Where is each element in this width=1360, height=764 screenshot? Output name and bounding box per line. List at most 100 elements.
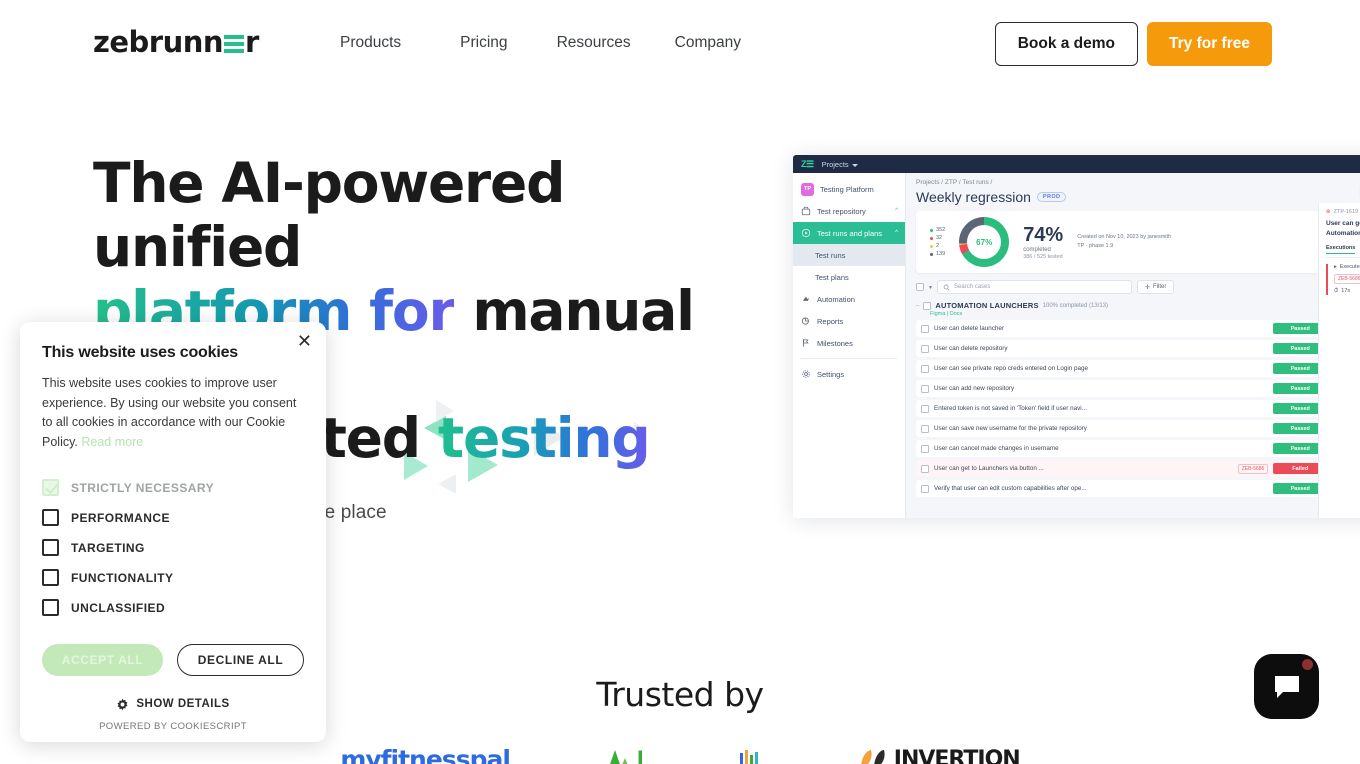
site-header: zebrunn r Products Pricing Resources Comp… xyxy=(0,0,1360,88)
sidebar-label: Automation xyxy=(817,294,855,304)
checkbox-unclassified[interactable] xyxy=(42,599,59,616)
table-row[interactable]: User can save new username for the priva… xyxy=(916,420,1360,437)
client-logo-myfitnesspal: myfitnesspal xyxy=(340,748,510,764)
row-checkbox[interactable] xyxy=(921,464,929,473)
row-checkbox[interactable] xyxy=(921,384,929,393)
filter-button[interactable]: ✛ Filter xyxy=(1137,280,1175,294)
reports-icon xyxy=(801,317,809,325)
row-checkbox[interactable] xyxy=(921,444,929,453)
row-checkbox[interactable] xyxy=(921,484,929,493)
collapse-icon[interactable]: – xyxy=(916,303,919,309)
read-more-link[interactable]: Read more xyxy=(81,435,143,449)
table-row[interactable]: Verify that user can edit custom capabil… xyxy=(916,480,1360,497)
bars-icon xyxy=(739,750,758,764)
sidebar-item-test-runs-and-plans[interactable]: Test runs and plans ^ xyxy=(793,222,905,244)
client-logo-invertion: INVERTION xyxy=(859,748,1020,764)
tab-executions[interactable]: Executions xyxy=(1326,245,1356,254)
nav-item-company[interactable]: Company xyxy=(673,30,743,56)
legend-item: 352 xyxy=(930,227,945,233)
logo-e-icon xyxy=(224,33,245,54)
try-free-button[interactable]: Try for free xyxy=(1147,22,1272,66)
cookie-categories: STRICTLY NECESSARY PERFORMANCE TARGETING… xyxy=(42,473,304,623)
show-details-button[interactable]: SHOW DETAILS xyxy=(42,698,304,711)
sidebar-label: Settings xyxy=(817,369,845,379)
sidebar-item-test-repository[interactable]: Test repository ^ xyxy=(793,200,905,222)
client-logo-label: l xyxy=(636,748,643,764)
donut-legend: 352 32 2 139 xyxy=(930,227,945,257)
tested-count: 386 / 525 tested xyxy=(1023,253,1063,260)
tp-badge-icon: TP xyxy=(801,182,814,196)
row-checkbox[interactable] xyxy=(921,424,929,433)
app-breadcrumb: Projects / ZTP / Test runs / xyxy=(916,179,993,186)
completion-percent: 74% xyxy=(1023,223,1064,246)
cookie-category-targeting[interactable]: TARGETING xyxy=(42,533,304,563)
table-row[interactable]: User can delete repository Passed ZTP-16… xyxy=(916,340,1360,357)
sidebar-label: Test runs and plans xyxy=(817,228,883,238)
table-row[interactable]: User can cancel made changes in username… xyxy=(916,440,1360,457)
row-checkbox[interactable] xyxy=(921,324,929,333)
legend-item: 139 xyxy=(930,251,945,257)
phase-info: TP - phase 1.9 xyxy=(1077,243,1114,249)
sidebar-item-test-runs[interactable]: Test runs xyxy=(793,244,905,266)
row-checkbox[interactable] xyxy=(921,404,929,413)
checkbox-targeting[interactable] xyxy=(42,539,59,556)
sidebar-item-automation[interactable]: Automation xyxy=(793,288,905,310)
sidebar-item-milestones[interactable]: Milestones xyxy=(793,332,905,354)
app-logo-icon: Z☰ xyxy=(801,158,814,169)
sidebar-label: Test repository xyxy=(817,206,866,216)
group-progress: 100% completed (13/13) xyxy=(1042,302,1109,309)
sidebar-item-testing-platform[interactable]: TP Testing Platform xyxy=(793,178,905,200)
bug-line: ZEB-5686 xyxy=(1334,273,1360,284)
accept-all-button[interactable]: ACCEPT ALL xyxy=(42,643,164,676)
checkbox-performance[interactable] xyxy=(42,509,59,526)
select-all-checkbox[interactable] xyxy=(916,283,924,291)
site-logo[interactable]: zebrunn r xyxy=(93,28,259,57)
sidebar-item-reports[interactable]: Reports xyxy=(793,310,905,332)
created-info: Created on Nov 10, 2023 by janesmith xyxy=(1077,233,1172,240)
category-label: UNCLASSIFIED xyxy=(71,600,166,615)
legend-item: 2 xyxy=(930,243,945,249)
row-checkbox[interactable] xyxy=(921,344,929,353)
cookie-dialog-title: This website uses cookies xyxy=(42,344,238,361)
nav-item-resources[interactable]: Resources xyxy=(555,30,633,56)
chat-widget-button[interactable] xyxy=(1254,654,1319,719)
progress-donut-chart: 67% xyxy=(959,217,1010,267)
table-row[interactable]: Entered token is not saved in 'Token' fi… xyxy=(916,400,1360,417)
row-checkbox[interactable] xyxy=(921,364,929,373)
checkbox-functionality[interactable] xyxy=(42,569,59,586)
category-label: PERFORMANCE xyxy=(71,510,170,525)
cookie-category-unclassified[interactable]: UNCLASSIFIED xyxy=(42,593,304,623)
flag-icon xyxy=(803,339,809,347)
filter-icon: ✛ xyxy=(1145,284,1151,291)
group-checkbox[interactable] xyxy=(923,301,932,310)
cases-toolbar: ▾ Search cases ✛ Filter xyxy=(916,280,1360,294)
app-body: TP Testing Platform Test repository ^ Te… xyxy=(793,173,1360,518)
table-row[interactable]: User can add new repository Passed ZTP-1… xyxy=(916,380,1360,397)
bug-tag[interactable]: ZEB-5686 xyxy=(1237,463,1269,474)
logo-text: zebrunn r xyxy=(93,25,259,59)
search-cases-input[interactable]: Search cases xyxy=(937,280,1133,294)
client-logo-green: l xyxy=(606,748,643,764)
app-sidebar: TP Testing Platform Test repository ^ Te… xyxy=(793,173,906,518)
table-row[interactable]: User can see private repo creds entered … xyxy=(916,360,1360,377)
table-row[interactable]: User can delete launcher Passed ZTP-1648… xyxy=(916,320,1360,337)
chevron-down-icon[interactable]: ▾ xyxy=(929,284,932,291)
sidebar-item-test-plans[interactable]: Test plans xyxy=(793,266,905,288)
app-run-title: Weekly regression xyxy=(916,189,1031,205)
cookie-category-functionality[interactable]: FUNCTIONALITY xyxy=(42,563,304,593)
sidebar-item-settings[interactable]: Settings xyxy=(793,363,905,385)
app-projects-menu[interactable]: Projects xyxy=(822,160,858,169)
cookie-category-performance[interactable]: PERFORMANCE xyxy=(42,503,304,533)
nav-item-products[interactable]: Products xyxy=(338,30,403,56)
execution-entry: ▸ Executed on Nov 10, 20 ZEB-5686 ⏱ 17s xyxy=(1326,263,1360,295)
close-icon[interactable]: ✕ xyxy=(297,332,312,350)
nav-item-pricing[interactable]: Pricing xyxy=(458,30,509,56)
checkbox-strictly-necessary xyxy=(42,479,59,496)
legend-item: 32 xyxy=(930,235,945,241)
table-row[interactable]: User can get to Launchers via button ...… xyxy=(916,460,1360,477)
book-demo-button[interactable]: Book a demo xyxy=(994,22,1139,66)
case-title: User can delete repository xyxy=(934,345,1008,352)
bug-tag[interactable]: ZEB-5686 xyxy=(1334,273,1360,284)
automation-icon xyxy=(802,296,810,301)
decline-all-button[interactable]: DECLINE ALL xyxy=(177,643,304,676)
